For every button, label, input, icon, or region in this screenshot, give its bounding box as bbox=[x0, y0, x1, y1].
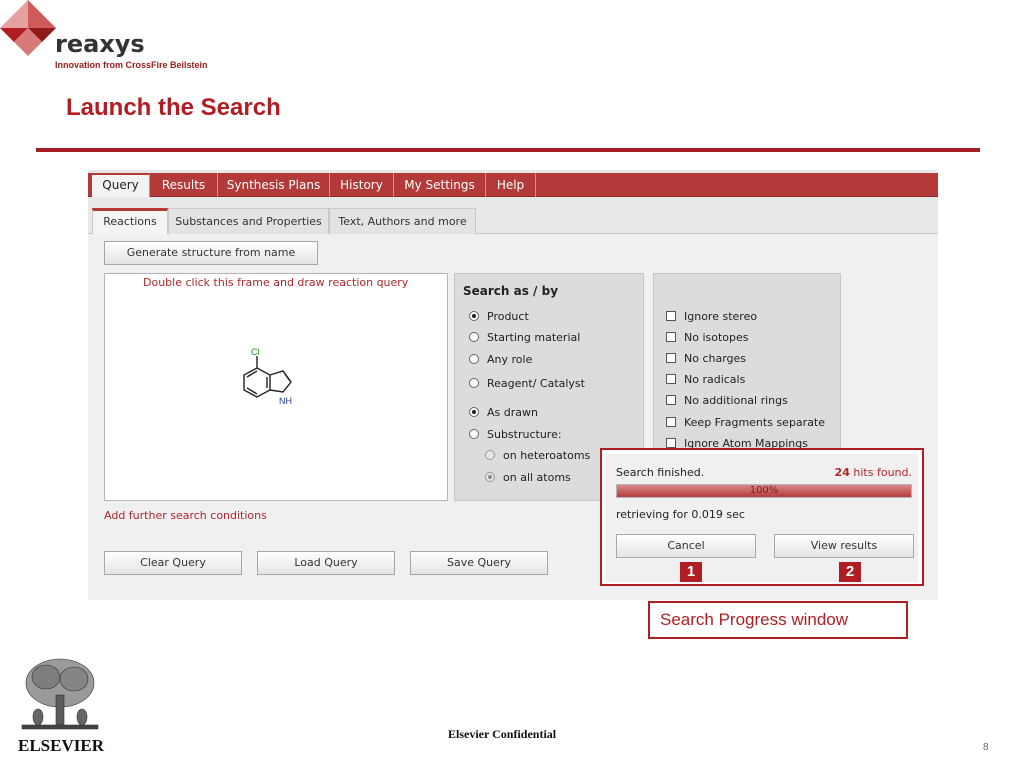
tab-substances-properties[interactable]: Substances and Properties bbox=[168, 208, 329, 234]
radio-as-drawn[interactable]: As drawn bbox=[469, 406, 538, 419]
menu-query[interactable]: Query bbox=[92, 173, 150, 197]
draw-hint-text: Double click this frame and draw reactio… bbox=[143, 276, 409, 289]
radio-icon bbox=[469, 354, 479, 364]
step-badge-1: 1 bbox=[680, 562, 702, 582]
progress-window-callout: Search Progress window bbox=[648, 601, 908, 639]
chloroindole-structure: Cl NH bbox=[243, 347, 292, 406]
checkbox-no-isotopes[interactable]: No isotopes bbox=[666, 331, 749, 344]
reaxys-logo-tagline: Innovation from CrossFire Beilstein bbox=[55, 60, 208, 70]
elsevier-tree-logo-icon bbox=[21, 658, 99, 730]
checkbox-icon bbox=[666, 417, 676, 427]
query-subtabs: Reactions Substances and Properties Text… bbox=[88, 208, 938, 234]
checkbox-icon bbox=[666, 374, 676, 384]
slide-title: Launch the Search bbox=[66, 94, 281, 121]
hits-found-text: 24 hits found. bbox=[835, 466, 912, 479]
search-progress-window: Search finished. 24 hits found. 100% ret… bbox=[600, 448, 924, 586]
progress-bar: 100% bbox=[616, 484, 912, 498]
generate-structure-button[interactable]: Generate structure from name bbox=[104, 241, 318, 265]
search-options-panel: Ignore stereo No isotopes No charges No … bbox=[653, 273, 841, 451]
radio-substructure[interactable]: Substructure: bbox=[469, 428, 562, 441]
page-number: 8 bbox=[983, 742, 989, 753]
reaxys-logo-icon bbox=[0, 0, 56, 56]
menu-help[interactable]: Help bbox=[486, 173, 536, 197]
structure-draw-frame[interactable]: Double click this frame and draw reactio… bbox=[104, 273, 448, 501]
reaxys-logo-wordmark: reaxys bbox=[55, 30, 145, 58]
elsevier-wordmark: ELSEVIER bbox=[18, 736, 104, 755]
radio-on-heteroatoms[interactable]: on heteroatoms bbox=[485, 449, 590, 462]
hits-suffix: hits found. bbox=[853, 466, 912, 479]
checkbox-no-radicals[interactable]: No radicals bbox=[666, 373, 745, 386]
progress-panel: Search finished. 24 hits found. 100% ret… bbox=[606, 454, 918, 582]
checkbox-icon bbox=[666, 332, 676, 342]
checkbox-icon bbox=[666, 395, 676, 405]
load-query-button[interactable]: Load Query bbox=[257, 551, 395, 575]
checkbox-icon bbox=[666, 311, 676, 321]
radio-icon bbox=[469, 378, 479, 388]
step-badge-2: 2 bbox=[839, 562, 861, 582]
add-conditions-link[interactable]: Add further search conditions bbox=[104, 509, 267, 522]
nh-label: NH bbox=[279, 396, 292, 406]
menu-my-settings[interactable]: My Settings bbox=[394, 173, 486, 197]
radio-icon bbox=[469, 332, 479, 342]
radio-icon bbox=[469, 429, 479, 439]
checkbox-icon bbox=[666, 353, 676, 363]
checkbox-ignore-stereo[interactable]: Ignore stereo bbox=[666, 310, 757, 323]
title-divider bbox=[36, 148, 980, 152]
chlorine-label: Cl bbox=[251, 347, 260, 357]
tab-text-authors[interactable]: Text, Authors and more bbox=[329, 208, 476, 234]
radio-icon bbox=[485, 472, 495, 482]
search-status-text: Search finished. bbox=[616, 466, 705, 479]
main-menubar: Query Results Synthesis Plans History My… bbox=[88, 173, 938, 197]
radio-icon bbox=[469, 407, 479, 417]
hits-count: 24 bbox=[834, 466, 850, 479]
checkbox-icon bbox=[666, 438, 676, 448]
footer-confidential: Elsevier Confidential bbox=[448, 727, 557, 741]
checkbox-keep-fragments[interactable]: Keep Fragments separate bbox=[666, 416, 825, 429]
tab-reactions[interactable]: Reactions bbox=[92, 208, 168, 234]
save-query-button[interactable]: Save Query bbox=[410, 551, 548, 575]
radio-icon bbox=[469, 311, 479, 321]
clear-query-button[interactable]: Clear Query bbox=[104, 551, 242, 575]
radio-product[interactable]: Product bbox=[469, 310, 529, 323]
radio-icon bbox=[485, 450, 495, 460]
progress-percent-label: 100% bbox=[749, 485, 779, 496]
view-results-button[interactable]: View results bbox=[774, 534, 914, 558]
checkbox-no-charges[interactable]: No charges bbox=[666, 352, 746, 365]
radio-any-role[interactable]: Any role bbox=[469, 353, 532, 366]
retrieving-time-text: retrieving for 0.019 sec bbox=[616, 508, 745, 521]
radio-starting-material[interactable]: Starting material bbox=[469, 331, 580, 344]
radio-on-all-atoms[interactable]: on all atoms bbox=[485, 471, 571, 484]
search-as-title: Search as / by bbox=[463, 284, 559, 298]
cancel-button[interactable]: Cancel bbox=[616, 534, 756, 558]
menu-results[interactable]: Results bbox=[150, 173, 218, 197]
menu-synthesis-plans[interactable]: Synthesis Plans bbox=[218, 173, 330, 197]
menu-history[interactable]: History bbox=[330, 173, 394, 197]
checkbox-no-additional-rings[interactable]: No additional rings bbox=[666, 394, 788, 407]
radio-reagent-catalyst[interactable]: Reagent/ Catalyst bbox=[469, 377, 585, 390]
